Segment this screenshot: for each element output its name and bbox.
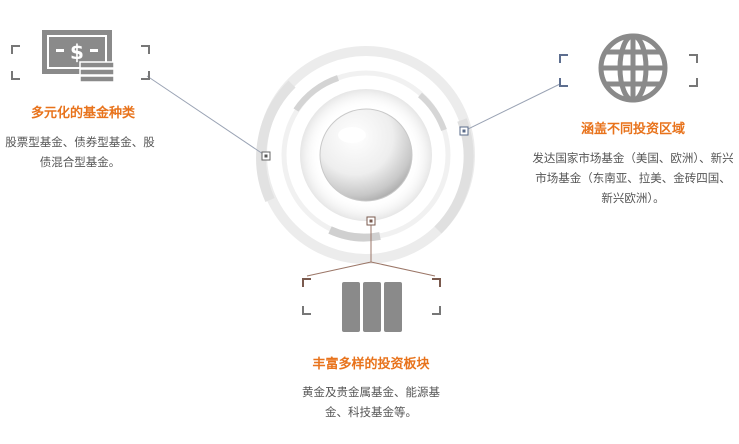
connector-node-left bbox=[261, 151, 271, 161]
feature-title-fund-types: 多元化的基金种类 bbox=[30, 106, 135, 121]
frame-corner bbox=[559, 54, 568, 63]
frame-corner bbox=[689, 54, 698, 63]
feature-title-regions: 涵盖不同投资区域 bbox=[580, 122, 685, 137]
globe-icon bbox=[598, 33, 668, 103]
frame-corner bbox=[11, 45, 20, 54]
feature-desc-regions: 发达国家市场基金（美国、欧洲）、新兴市场基金（东南亚、拉美、金砖四国、新兴欧洲）… bbox=[532, 151, 734, 205]
frame-corner bbox=[141, 45, 150, 54]
connector-node-right bbox=[459, 126, 469, 136]
feature-desc-sectors: 黄金及贵金属基金、能源基金、科技基金等。 bbox=[302, 385, 440, 419]
feature-desc-fund-types: 股票型基金、债券型基金、股债混合型基金。 bbox=[5, 135, 155, 169]
frame-corner bbox=[432, 306, 441, 315]
frame-corner bbox=[141, 71, 150, 80]
connector-right bbox=[463, 83, 561, 132]
frame-corner bbox=[559, 78, 568, 87]
frame-corner bbox=[302, 278, 311, 287]
svg-text:$: $ bbox=[70, 40, 84, 64]
feature-title-sectors: 丰富多样的投资板块 bbox=[312, 357, 430, 372]
frame-corner bbox=[689, 78, 698, 87]
frame-corner bbox=[302, 306, 311, 315]
diagram-canvas: $ bbox=[42, 30, 668, 332]
center-sphere bbox=[319, 108, 413, 202]
connector-node-bottom bbox=[366, 216, 376, 226]
frame-corner bbox=[432, 278, 441, 287]
columns-icon bbox=[342, 282, 402, 332]
money-icon: $ bbox=[42, 30, 115, 83]
frame-corner bbox=[11, 71, 20, 80]
connector-left bbox=[146, 75, 267, 157]
